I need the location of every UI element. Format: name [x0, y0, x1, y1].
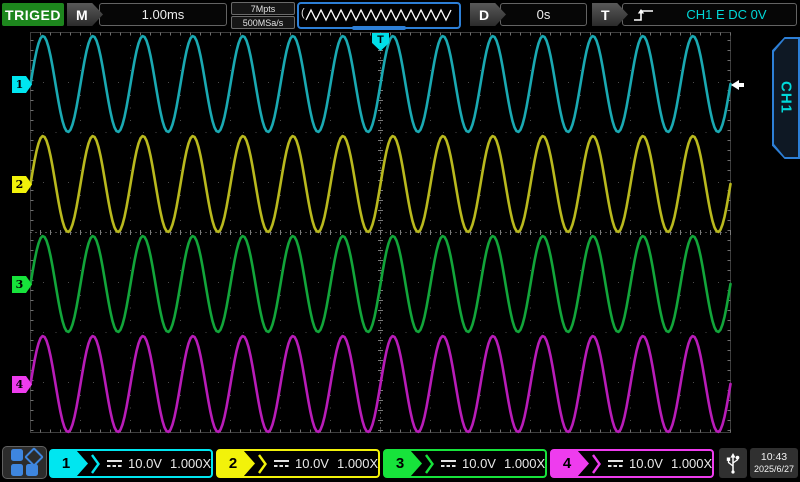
channel-1-probe: 1.000X — [170, 456, 211, 471]
trigger-level-arrow[interactable] — [731, 80, 744, 90]
channel-1-number: 1 — [51, 451, 88, 476]
channel-2-status[interactable]: 2 10.0V 1.000X — [216, 449, 380, 478]
channel-4-probe: 1.000X — [671, 456, 712, 471]
sample-rate: 500MSa/s — [231, 16, 295, 29]
memory-depth: 7Mpts — [231, 2, 295, 15]
usb-status — [719, 448, 747, 478]
clock: 10:43 2025/6/27 — [750, 448, 798, 478]
dc-coupling-icon — [107, 460, 122, 467]
dc-coupling-icon — [274, 460, 289, 467]
channel-2-probe: 1.000X — [337, 456, 378, 471]
channel-1-scale: 10.0V — [128, 456, 162, 471]
channel-2-number: 2 — [218, 451, 255, 476]
menu-button[interactable] — [2, 446, 47, 479]
trigger-source-text: CH1 E DC 0V — [665, 7, 796, 22]
channel-4-scale: 10.0V — [629, 456, 663, 471]
channel-3-probe: 1.000X — [504, 456, 545, 471]
tab-ch1[interactable]: CH1 — [772, 37, 800, 159]
channel-4-status[interactable]: 4 10.0V 1.000X — [550, 449, 714, 478]
chevron-icon — [591, 453, 602, 475]
delay-value[interactable]: 0s — [500, 3, 587, 26]
clock-date: 2025/6/27 — [754, 464, 794, 475]
channel-3-scale: 10.0V — [462, 456, 496, 471]
channel-3-status[interactable]: 3 10.0V 1.000X — [383, 449, 547, 478]
chevron-icon — [90, 453, 101, 475]
rising-edge-icon — [633, 7, 655, 23]
dc-coupling-icon — [608, 460, 623, 467]
chevron-icon — [257, 453, 268, 475]
trigger-info-box[interactable]: CH1 E DC 0V — [622, 3, 797, 26]
navigator-zigzag-icon — [300, 4, 458, 27]
navigator-window-handle[interactable] — [352, 26, 406, 30]
graticule-display — [0, 0, 800, 482]
usb-icon — [725, 451, 741, 475]
waveform-navigator[interactable]: ( — [297, 2, 461, 29]
channel-3-number: 3 — [385, 451, 422, 476]
trigger-status-badge: TRIGED — [2, 3, 64, 26]
tab-ch1-label: CH1 — [778, 81, 795, 114]
timebase-value[interactable]: 1.00ms — [99, 3, 227, 26]
channel-1-status[interactable]: 1 10.0V 1.000X — [49, 449, 213, 478]
menu-square-icon — [11, 464, 23, 476]
clock-time: 10:43 — [761, 451, 787, 464]
channel-2-scale: 10.0V — [295, 456, 329, 471]
channel-4-number: 4 — [552, 451, 589, 476]
menu-square-icon — [11, 449, 23, 461]
chevron-icon — [424, 453, 435, 475]
dc-coupling-icon — [441, 460, 456, 467]
